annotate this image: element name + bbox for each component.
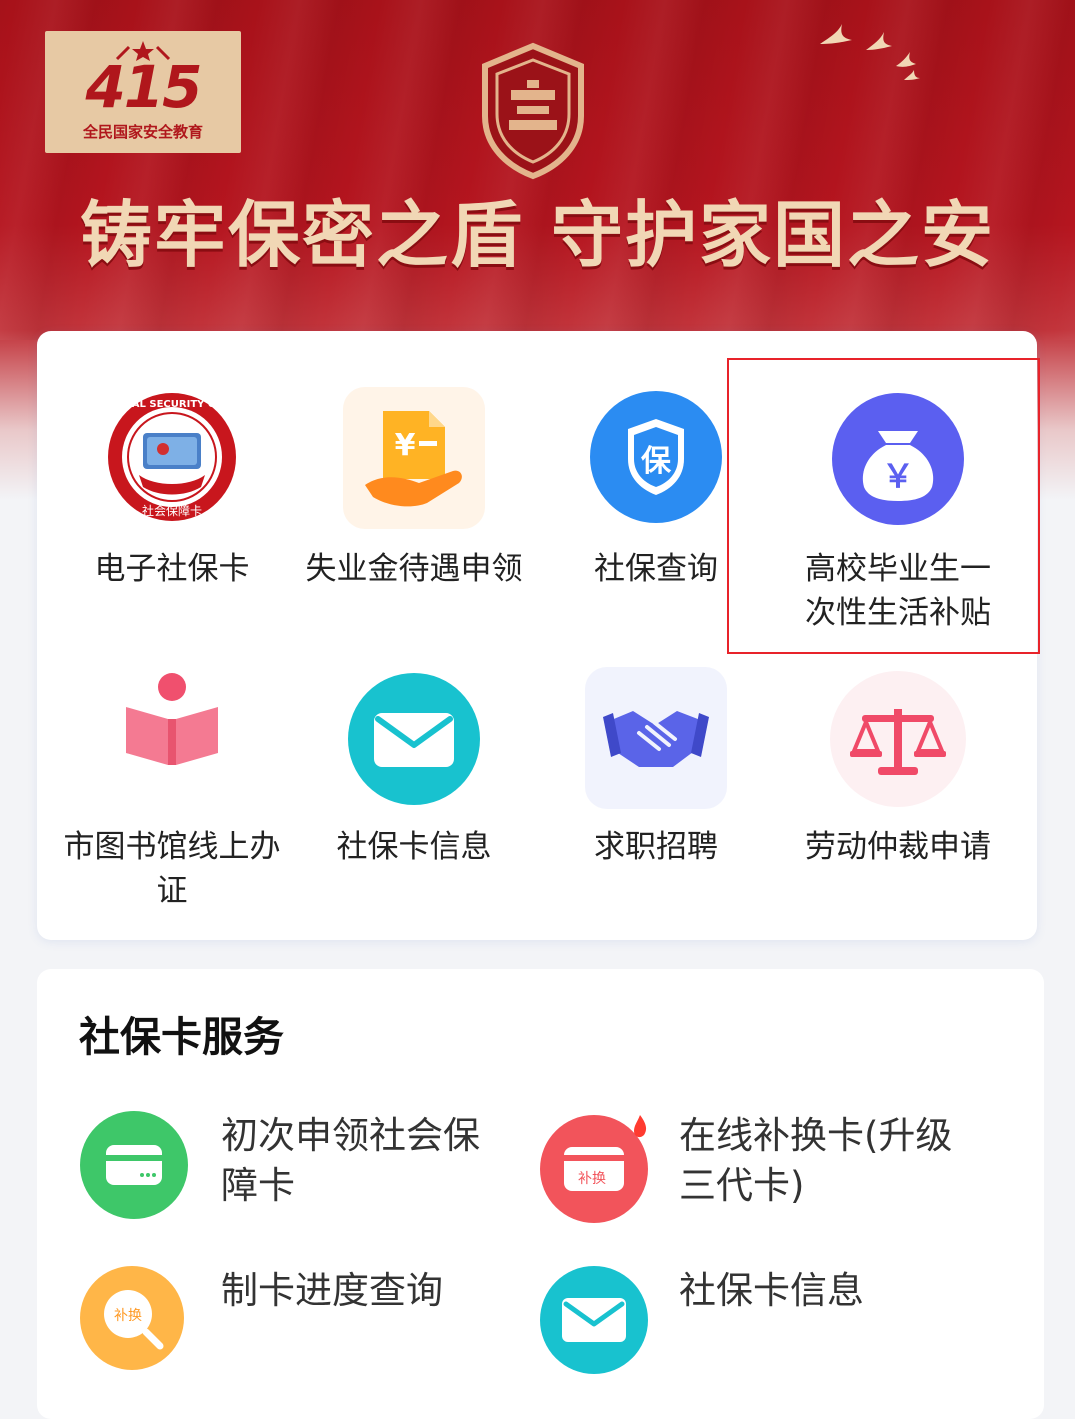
service-label: 在线补换卡(升级三代卡) xyxy=(679,1114,953,1207)
service-card-info[interactable]: 社保卡信息 xyxy=(540,1266,980,1376)
svg-text:¥: ¥ xyxy=(395,428,416,463)
service-label: 社保卡信息 xyxy=(679,1269,864,1312)
selection-highlight-box xyxy=(727,358,1040,654)
social-security-query-icon: 保 xyxy=(590,391,722,523)
grid-item-label: 市图书馆线上办证 xyxy=(63,829,281,909)
grid-item-label: 失业金待遇申领 xyxy=(305,551,523,587)
service-first-application[interactable]: 初次申领社会保障卡 xyxy=(80,1111,500,1221)
section-title: 社保卡服务 xyxy=(79,1013,284,1061)
orange-progress-icon: 补换 xyxy=(80,1266,184,1370)
grid-item-label: 劳动仲裁申请 xyxy=(805,829,991,865)
grid-item-label: 求职招聘 xyxy=(594,829,718,865)
service-online-replacement[interactable]: 补换 在线补换卡(升级三代卡) xyxy=(540,1111,980,1223)
banner-slogan: 铸牢保密之盾 守护家国之安 xyxy=(79,193,996,277)
star-rays-icon xyxy=(115,41,171,61)
social-security-card-icon: SOCIAL SECURITY CARD 社会保障卡 xyxy=(105,393,239,521)
teal-envelope-icon xyxy=(540,1266,648,1374)
red-card-replace-icon: 补换 xyxy=(540,1115,648,1223)
hot-flame-icon xyxy=(634,1115,647,1138)
handshake-icon xyxy=(585,667,727,809)
service-card-progress[interactable]: 补换 制卡进度查询 xyxy=(80,1266,500,1376)
library-book-icon xyxy=(126,673,218,765)
svg-text:SOCIAL SECURITY CARD: SOCIAL SECURITY CARD xyxy=(105,399,239,410)
svg-text:补换: 补换 xyxy=(114,1307,142,1324)
service-label: 初次申领社会保障卡 xyxy=(221,1114,480,1207)
green-card-icon xyxy=(80,1111,188,1219)
svg-text:保: 保 xyxy=(641,444,672,479)
svg-text:社会保障卡: 社会保障卡 xyxy=(142,503,202,518)
confidentiality-shield-icon xyxy=(482,42,584,180)
grid-item-label: 电子社保卡 xyxy=(94,551,250,587)
unemployment-benefit-icon: ¥ xyxy=(343,387,485,529)
scales-icon xyxy=(830,671,966,807)
badge-subtitle: 全民国家安全教育 xyxy=(82,122,203,141)
card-services-section: 社保卡服务 初次申领社会保障卡 补换 在线补换卡(升级三代卡) 补换 制卡进度查… xyxy=(37,969,1044,1419)
envelope-icon xyxy=(348,673,480,805)
doves-icon xyxy=(820,24,920,80)
badge-number: 415 xyxy=(85,52,202,121)
national-security-day-badge: 415 全民国家安全教育 xyxy=(45,31,241,153)
service-label: 制卡进度查询 xyxy=(221,1269,443,1312)
grid-item-label: 社保卡信息 xyxy=(336,829,492,865)
svg-text:补换: 补换 xyxy=(578,1170,606,1187)
